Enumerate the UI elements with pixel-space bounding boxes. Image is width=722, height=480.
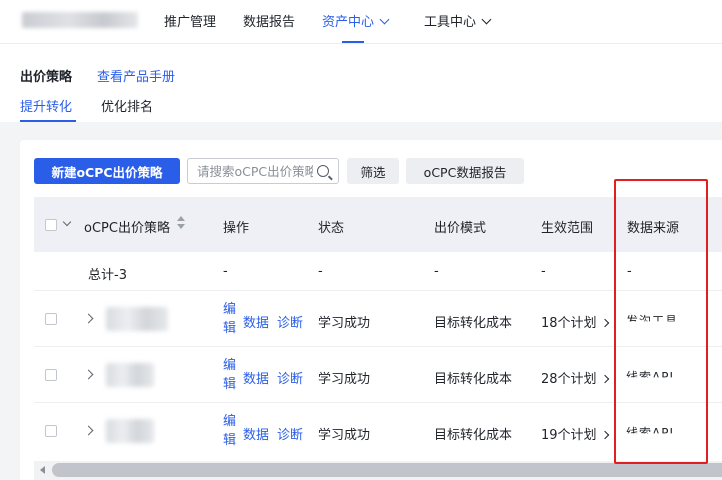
tab-optimize-ranking[interactable]: 优化排名 bbox=[101, 96, 153, 115]
row-scope-label: 18个计划 bbox=[541, 316, 597, 331]
column-header-status: 状态 bbox=[318, 221, 345, 236]
total-row-status: - bbox=[318, 264, 323, 279]
chevron-down-icon bbox=[481, 14, 492, 25]
column-header-operation: 操作 bbox=[223, 221, 250, 236]
data-link[interactable]: 数据 bbox=[243, 368, 269, 387]
new-ocpc-strategy-button[interactable]: 新建oCPC出价策略 bbox=[34, 158, 180, 184]
column-header-scope: 生效范围 bbox=[541, 221, 594, 236]
ocpc-data-report-button[interactable]: oCPC数据报告 bbox=[406, 158, 524, 184]
diagnose-link[interactable]: 诊断 bbox=[277, 312, 303, 331]
diagnose-link[interactable]: 诊断 bbox=[277, 424, 303, 443]
row-status: 学习成功 bbox=[318, 428, 371, 443]
chevron-right-icon bbox=[600, 318, 609, 328]
column-header-bid-mode: 出价模式 bbox=[434, 221, 487, 236]
blurred-logo bbox=[22, 12, 138, 28]
edit-link[interactable]: 编辑 bbox=[223, 356, 237, 394]
chevron-right-icon bbox=[600, 374, 609, 384]
nav-item-tool-center-label: 工具中心 bbox=[424, 15, 477, 30]
chevron-right-icon bbox=[600, 430, 609, 440]
page-header: 出价策略 查看产品手册 提升转化 优化排名 bbox=[0, 44, 722, 122]
filter-button[interactable]: 筛选 bbox=[347, 158, 399, 184]
column-header-strategy: oCPC出价策略 bbox=[84, 221, 170, 236]
data-source-highlight-box bbox=[614, 179, 708, 464]
sort-icon[interactable] bbox=[177, 216, 185, 230]
row-scope-label: 19个计划 bbox=[541, 428, 597, 443]
data-link[interactable]: 数据 bbox=[243, 424, 269, 443]
row-bid-mode: 目标转化成本 bbox=[434, 428, 513, 443]
row-scope[interactable]: 18个计划 bbox=[541, 312, 609, 331]
row-status: 学习成功 bbox=[318, 372, 371, 387]
search-box bbox=[187, 158, 339, 184]
chevron-down-icon bbox=[379, 14, 390, 25]
blurred-strategy-name[interactable] bbox=[106, 307, 168, 331]
edit-link[interactable]: 编辑 bbox=[223, 412, 237, 450]
row-scope-label: 28个计划 bbox=[541, 372, 597, 387]
row-scope[interactable]: 28个计划 bbox=[541, 368, 609, 387]
product-manual-link[interactable]: 查看产品手册 bbox=[97, 66, 175, 85]
row-status: 学习成功 bbox=[318, 316, 371, 331]
nav-item-asset-center-label: 资产中心 bbox=[322, 15, 375, 30]
row-checkbox[interactable] bbox=[45, 425, 57, 437]
tab-improve-conversion[interactable]: 提升转化 bbox=[20, 96, 72, 115]
subtab-active-underline bbox=[20, 120, 76, 122]
total-row-operation: - bbox=[223, 264, 228, 279]
nav-item-promotion[interactable]: 推广管理 bbox=[164, 11, 216, 30]
scroll-left-arrow-icon[interactable] bbox=[40, 466, 45, 474]
blurred-strategy-name[interactable] bbox=[106, 419, 154, 443]
edit-link[interactable]: 编辑 bbox=[223, 300, 237, 338]
diagnose-link[interactable]: 诊断 bbox=[277, 368, 303, 387]
top-navigation-bar: 推广管理 数据报告 资产中心 工具中心 bbox=[0, 0, 722, 44]
nav-active-underline bbox=[342, 41, 364, 43]
total-row-bid-mode: - bbox=[434, 264, 439, 279]
nav-item-tool-center[interactable]: 工具中心 bbox=[424, 11, 492, 30]
search-icon[interactable] bbox=[317, 165, 329, 177]
row-checkbox[interactable] bbox=[45, 369, 57, 381]
row-bid-mode: 目标转化成本 bbox=[434, 372, 513, 387]
select-all-checkbox[interactable] bbox=[45, 219, 57, 231]
row-bid-mode: 目标转化成本 bbox=[434, 316, 513, 331]
blurred-strategy-name[interactable] bbox=[106, 363, 154, 387]
nav-item-asset-center[interactable]: 资产中心 bbox=[322, 11, 390, 30]
total-row-label: 总计-3 bbox=[88, 268, 127, 283]
nav-item-data-report[interactable]: 数据报告 bbox=[243, 11, 295, 30]
page-title: 出价策略 bbox=[20, 70, 73, 85]
search-input[interactable] bbox=[197, 163, 313, 179]
scrollbar-thumb[interactable] bbox=[52, 463, 722, 477]
row-scope[interactable]: 19个计划 bbox=[541, 424, 609, 443]
data-link[interactable]: 数据 bbox=[243, 312, 269, 331]
total-row-scope: - bbox=[541, 264, 546, 279]
row-checkbox[interactable] bbox=[45, 313, 57, 325]
